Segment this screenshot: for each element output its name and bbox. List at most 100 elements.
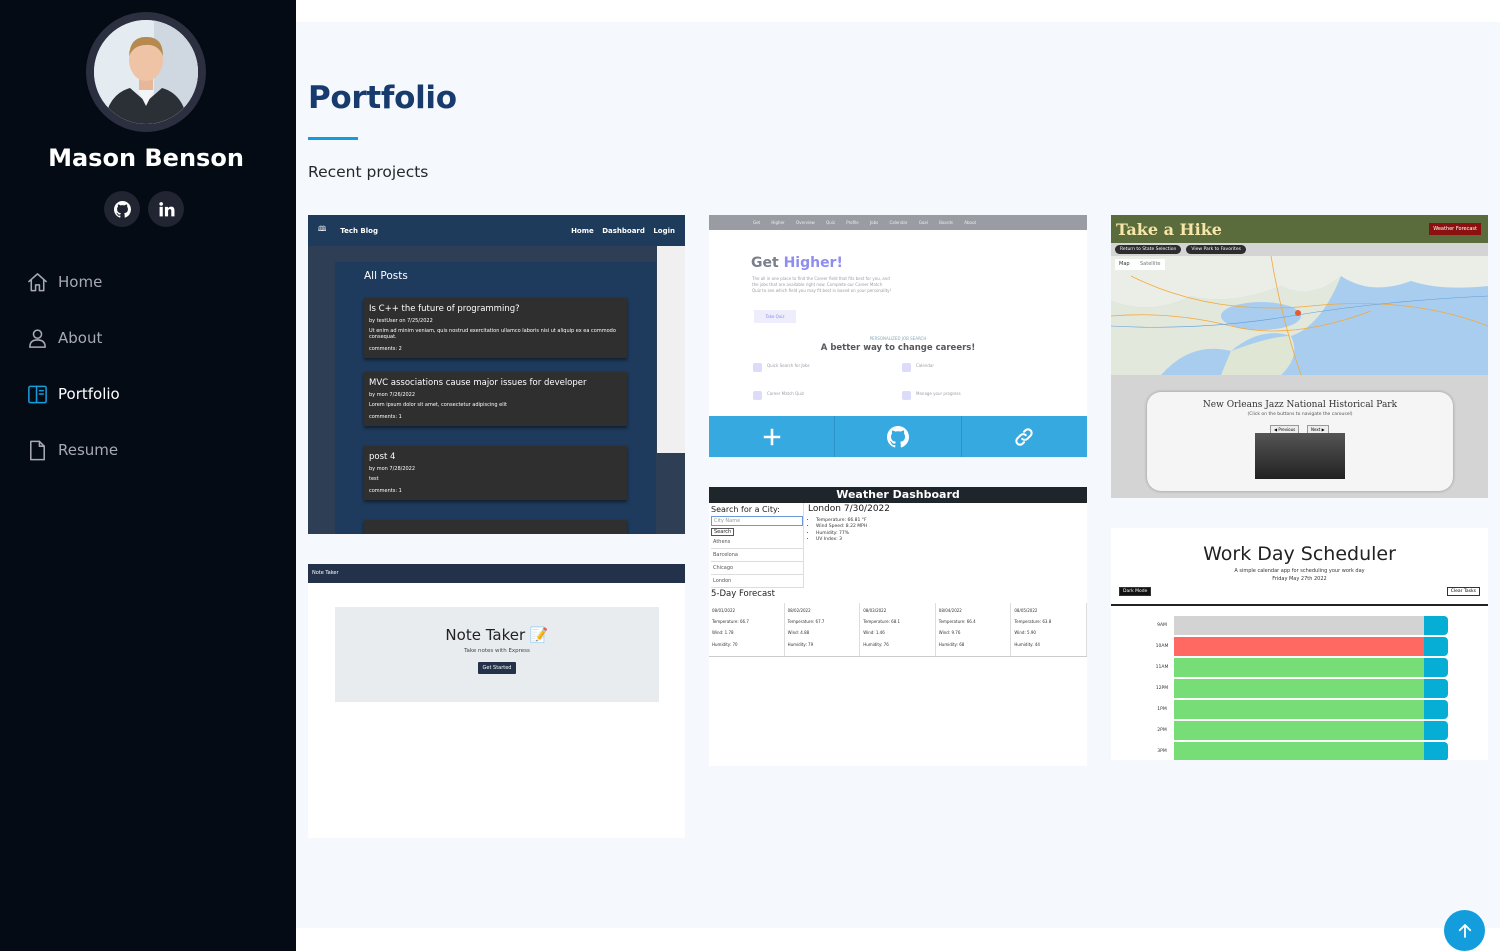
scheduler-row: 12PM <box>1150 679 1448 699</box>
project-tech-blog[interactable]: 🕮 Tech Blog Home Dashboard Login All Pos… <box>308 215 685 534</box>
tb-post-title: MVC associations cause major issues for … <box>369 378 587 388</box>
weather-city-item: Barcelona <box>711 549 803 562</box>
gh-feature: Career Match Quiz <box>753 391 907 400</box>
map-tab-satellite: Satellite <box>1140 261 1161 267</box>
project-live-link[interactable] <box>960 416 1087 457</box>
profile-name: Mason Benson <box>48 144 244 172</box>
hike-hint: (Click on the buttons to navigate the ca… <box>1247 412 1353 417</box>
gh-feature: Manage your progress <box>902 391 1056 400</box>
forecast-day: 08/02/2022 Temperature: 67.7 Wind: 4.88 Hum… <box>785 603 861 656</box>
scheduler-task <box>1174 721 1424 740</box>
person-icon <box>29 328 46 348</box>
tb-post-meta: by testUser on 7/25/2022 <box>369 318 433 324</box>
tb-nav-links: Home Dashboard Login <box>571 226 675 235</box>
tb-post-title: Is C++ the future of programming? <box>369 304 520 314</box>
tb-post-body: Lorem ipsum dolor sit amet, consectetur … <box>369 402 507 408</box>
link-icon <box>1015 427 1033 446</box>
forecast-day: 08/03/2022 Temperature: 68.1 Wind: 1.46 Hum… <box>860 603 936 656</box>
scheduler-row: 11AM <box>1150 658 1448 678</box>
nav-resume-label: Resume <box>58 441 119 459</box>
scheduler-save-button <box>1424 700 1448 719</box>
scheduler-row: 2PM <box>1150 721 1448 741</box>
project-github-link[interactable] <box>834 416 960 457</box>
nav-about[interactable]: About <box>26 322 102 354</box>
plus-icon <box>763 428 780 445</box>
hike-park-panel: New Orleans Jazz National Historical Par… <box>1147 392 1453 491</box>
scheduler-divider <box>1111 604 1488 606</box>
tb-post: post 4 by mon 7/28/2022 test comments: 1 <box>364 446 627 500</box>
sidebar: Mason Benson Home About Portfolio Resume <box>0 0 296 951</box>
scheduler-hour: 9AM <box>1150 616 1174 635</box>
nav-resume[interactable]: Resume <box>26 434 118 466</box>
scheduler-save-button <box>1424 742 1448 760</box>
scheduler-row: 3PM <box>1150 742 1448 760</box>
weather-forecast: 08/01/2022 Temperature: 66.7 Wind: 1.78 Hum… <box>709 603 1087 657</box>
scheduler-save-button <box>1424 637 1448 656</box>
weather-city-item: Athens <box>711 536 803 549</box>
weather-city-item: Chicago <box>711 562 803 575</box>
note-navbar: Note Taker <box>308 564 685 583</box>
gh-feature: Calendar <box>902 363 1056 372</box>
hike-favorite-button: View Park to Favorites <box>1186 245 1246 254</box>
tb-navbar: 🕮 Tech Blog Home Dashboard Login <box>308 215 685 246</box>
scheduler-task <box>1174 700 1424 719</box>
back-to-top-button[interactable] <box>1444 910 1485 951</box>
weather-city-input: City Name <box>711 516 803 526</box>
section-subtitle: Recent projects <box>308 163 429 181</box>
tb-post-comments: comments: 1 <box>369 414 402 420</box>
note-title: Note Taker 📝 <box>445 626 549 644</box>
scheduler-hour: 11AM <box>1150 658 1174 677</box>
project-note-taker[interactable]: Note Taker Note Taker 📝 Take notes with … <box>308 564 685 838</box>
scheduler-task <box>1174 637 1424 656</box>
scheduler-dark-mode-button: Dark Mode <box>1119 587 1152 596</box>
scheduler-save-button <box>1424 616 1448 635</box>
weather-city-item: London <box>711 575 803 588</box>
section-title: Portfolio <box>308 80 457 116</box>
tb-brand: Tech Blog <box>340 226 378 235</box>
avatar-photo <box>94 20 198 124</box>
scheduler-hour: 3PM <box>1150 742 1174 760</box>
tb-post-meta: by mon 7/28/2022 <box>369 466 416 472</box>
linkedin-icon <box>158 201 174 216</box>
tb-post-body: test <box>369 476 379 482</box>
tb-post-comments: comments: 1 <box>369 488 402 494</box>
project-weather-dashboard[interactable]: Weather Dashboard Search for a City: Cit… <box>709 487 1087 766</box>
hike-title: Take a Hike <box>1116 219 1222 239</box>
project-take-a-hike[interactable]: Take a Hike Weather Forecast Return to S… <box>1111 215 1488 498</box>
map-graphic <box>1111 255 1488 376</box>
nav-portfolio[interactable]: Portfolio <box>26 378 120 410</box>
bottom-strip <box>296 928 1500 951</box>
scheduler-title: Work Day Scheduler <box>1203 543 1396 565</box>
scheduler-hour: 10AM <box>1150 637 1174 656</box>
scheduler-task <box>1174 658 1424 677</box>
gh-eyebrow: PERSONALIZED JOB SEARCH <box>869 336 927 341</box>
weather-header: Weather Dashboard <box>709 487 1087 503</box>
github-link[interactable] <box>104 191 140 227</box>
scheduler-clear-button: Clear Tasks <box>1446 587 1480 596</box>
scheduler-date: Friday May 27th 2022 <box>1272 576 1327 582</box>
file-icon <box>30 440 45 460</box>
tb-post-meta: by mon 7/26/2022 <box>369 392 416 398</box>
nav-portfolio-label: Portfolio <box>58 385 120 403</box>
gh-navbar: Get Higher Overview Quiz Profile Jobs Ca… <box>709 215 1087 230</box>
scheduler-row: 10AM <box>1150 637 1448 657</box>
linkedin-link[interactable] <box>148 191 184 227</box>
scheduler-save-button <box>1424 679 1448 698</box>
project-get-higher[interactable]: Get Higher Overview Quiz Profile Jobs Ca… <box>709 215 1087 457</box>
note-jumbotron: Note Taker 📝 Take notes with Express Get… <box>335 607 659 702</box>
hike-park-photo <box>1255 433 1345 479</box>
tb-heading: All Posts <box>364 270 408 282</box>
nav-home[interactable]: Home <box>26 266 102 298</box>
tb-post-comments: comments: 2 <box>369 346 402 352</box>
tb-post <box>364 520 627 534</box>
tb-post: Is C++ the future of programming? by tes… <box>364 298 627 358</box>
hike-header: Take a Hike Weather Forecast <box>1111 215 1488 243</box>
profile-avatar <box>86 12 206 132</box>
hike-park-name: New Orleans Jazz National Historical Par… <box>1202 400 1398 410</box>
scheduler-hour: 2PM <box>1150 721 1174 740</box>
project-work-day-scheduler[interactable]: Work Day Scheduler A simple calendar app… <box>1111 528 1488 760</box>
project-details-link[interactable] <box>709 416 834 457</box>
gh-title-b: Higher! <box>783 255 843 271</box>
nav-about-label: About <box>58 329 103 347</box>
weather-conditions: Temperature: 66.81 °F Wind Speed: 8.22 M… <box>804 518 1087 543</box>
